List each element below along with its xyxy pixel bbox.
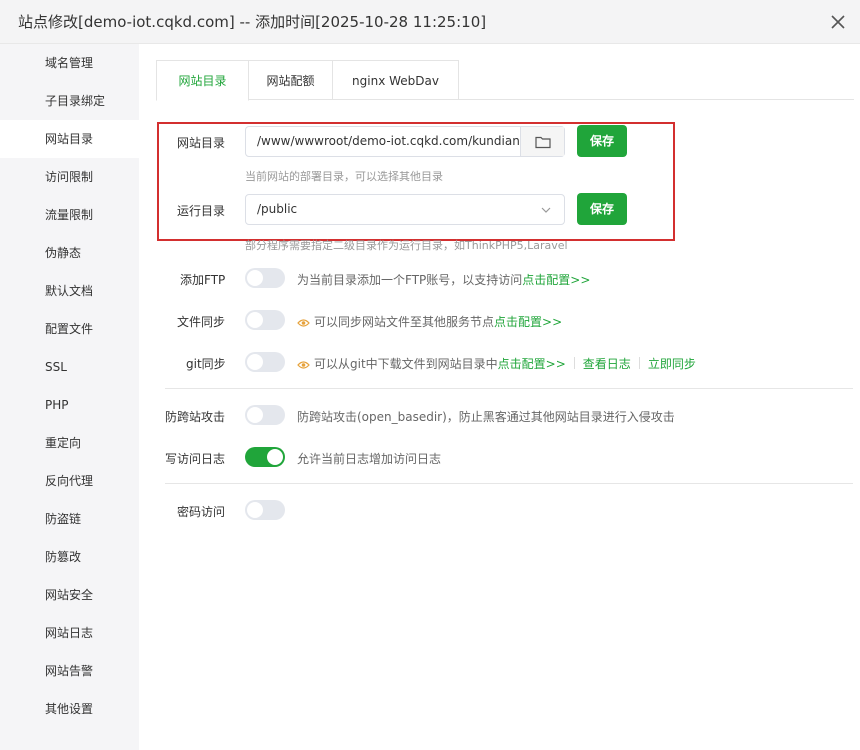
dialog-titlebar: 站点修改[demo-iot.cqkd.com] -- 添加时间[2025-10-… <box>0 0 860 44</box>
file-sync-toggle[interactable] <box>245 310 285 330</box>
sidebar-item-domain[interactable]: 域名管理 <box>0 44 139 82</box>
sidebar: 域名管理 子目录绑定 网站目录 访问限制 流量限制 伪静态 默认文档 配置文件 … <box>0 44 139 750</box>
divider <box>165 388 853 389</box>
access-log-label: 写访问日志 <box>165 452 226 466</box>
access-log-toggle[interactable] <box>245 447 285 467</box>
file-sync-config-link[interactable]: 点击配置>> <box>494 315 562 329</box>
eye-icon <box>297 319 310 327</box>
ftp-desc-text: 为当前目录添加一个FTP账号，以支持访问 <box>297 273 523 287</box>
run-dir-save-button[interactable]: 保存 <box>577 193 627 225</box>
git-sync-toggle[interactable] <box>245 352 285 372</box>
anti-xss-desc: 防跨站攻击(open_basedir)，防止黑客通过其他网站目录进行入侵攻击 <box>297 410 675 424</box>
tab-bar: 网站目录 网站配额 nginx WebDav <box>156 60 854 101</box>
sidebar-item-subdir[interactable]: 子目录绑定 <box>0 82 139 120</box>
eye-icon <box>297 361 310 369</box>
ftp-label: 添加FTP <box>180 273 226 287</box>
sidebar-item-other[interactable]: 其他设置 <box>0 690 139 728</box>
password-access-toggle[interactable] <box>245 500 285 520</box>
dialog-title: 站点修改[demo-iot.cqkd.com] -- 添加时间[2025-10-… <box>18 13 487 31</box>
anti-xss-label: 防跨站攻击 <box>165 410 226 424</box>
close-icon[interactable] <box>826 10 850 34</box>
sidebar-item-ssl[interactable]: SSL <box>0 348 139 386</box>
tab-webdav[interactable]: nginx WebDav <box>332 60 459 100</box>
run-dir-value: /public <box>257 202 298 216</box>
sidebar-item-security[interactable]: 网站安全 <box>0 576 139 614</box>
separator <box>638 357 640 369</box>
sidebar-item-site-dir[interactable]: 网站目录 <box>0 120 139 158</box>
site-dir-label: 网站目录 <box>177 136 226 150</box>
password-access-label: 密码访问 <box>177 505 226 519</box>
run-dir-label: 运行目录 <box>177 204 226 218</box>
folder-open-button[interactable] <box>520 127 564 156</box>
tab-quota[interactable]: 网站配额 <box>248 60 333 100</box>
sidebar-item-config[interactable]: 配置文件 <box>0 310 139 348</box>
git-sync-desc: 可以从git中下载文件到网站目录中点击配置>> 查看日志 立即同步 <box>297 355 696 372</box>
chevron-down-icon <box>541 207 551 213</box>
run-dir-hint: 部分程序需要指定二级目录作为运行目录，如ThinkPHP5,Laravel <box>245 239 568 252</box>
folder-icon <box>535 136 551 149</box>
ftp-desc: 为当前目录添加一个FTP账号，以支持访问点击配置>> <box>297 271 590 288</box>
sync-now-link[interactable]: 立即同步 <box>648 357 696 371</box>
sidebar-item-rewrite[interactable]: 伪静态 <box>0 234 139 272</box>
file-sync-desc: 可以同步网站文件至其他服务节点点击配置>> <box>297 313 562 330</box>
sidebar-item-php[interactable]: PHP <box>0 386 139 424</box>
ftp-toggle[interactable] <box>245 268 285 288</box>
ftp-config-link[interactable]: 点击配置>> <box>522 273 590 287</box>
anti-xss-toggle[interactable] <box>245 405 285 425</box>
file-sync-label: 文件同步 <box>177 315 226 329</box>
sidebar-item-access-limit[interactable]: 访问限制 <box>0 158 139 196</box>
sidebar-item-traffic-limit[interactable]: 流量限制 <box>0 196 139 234</box>
separator <box>573 357 575 369</box>
site-dir-save-button[interactable]: 保存 <box>577 125 627 157</box>
view-log-link[interactable]: 查看日志 <box>583 357 631 371</box>
sidebar-item-tamper[interactable]: 防篡改 <box>0 538 139 576</box>
sidebar-item-default-doc[interactable]: 默认文档 <box>0 272 139 310</box>
site-dir-input[interactable]: /www/wwwroot/demo-iot.cqkd.com/kundianto… <box>245 126 565 157</box>
tab-site-dir[interactable]: 网站目录 <box>156 60 249 101</box>
access-log-desc: 允许当前日志增加访问日志 <box>297 452 442 466</box>
run-dir-select[interactable]: /public <box>245 194 565 225</box>
git-sync-desc-text: 可以从git中下载文件到网站目录中 <box>314 357 498 371</box>
site-dir-value[interactable]: /www/wwwroot/demo-iot.cqkd.com/kundianto… <box>257 134 519 148</box>
file-sync-desc-text: 可以同步网站文件至其他服务节点 <box>314 315 495 329</box>
sidebar-item-site-log[interactable]: 网站日志 <box>0 614 139 652</box>
git-sync-label: git同步 <box>186 357 226 371</box>
divider <box>165 483 853 484</box>
git-sync-config-link[interactable]: 点击配置>> <box>498 357 566 371</box>
sidebar-item-alert[interactable]: 网站告警 <box>0 652 139 690</box>
site-dir-hint: 当前网站的部署目录，可以选择其他目录 <box>245 170 443 183</box>
sidebar-item-hotlink[interactable]: 防盗链 <box>0 500 139 538</box>
sidebar-item-reverse-proxy[interactable]: 反向代理 <box>0 462 139 500</box>
sidebar-item-redirect[interactable]: 重定向 <box>0 424 139 462</box>
